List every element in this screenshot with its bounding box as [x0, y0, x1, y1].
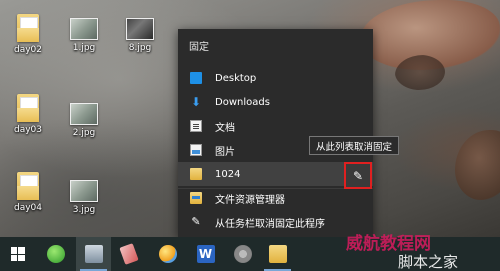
- jump-list-item-desktop[interactable]: Desktop: [178, 66, 373, 90]
- desktop-icon-label: day02: [13, 45, 42, 55]
- weather-app-icon: [158, 245, 177, 263]
- start-button[interactable]: [0, 237, 35, 271]
- desktop-icon-3jpg[interactable]: 3.jpg: [56, 176, 112, 215]
- leaf-decoration: [395, 55, 445, 90]
- green-app-icon: [46, 245, 65, 263]
- desktop-icon-label: 2.jpg: [72, 128, 96, 138]
- image-thumbnail-icon: [70, 180, 98, 202]
- jump-list-item-label: Downloads: [215, 96, 270, 108]
- image-thumbnail-icon: [126, 18, 154, 40]
- jump-list-item-file-explorer[interactable]: 文件资源管理器: [178, 186, 373, 210]
- taskbar-app-button[interactable]: [150, 237, 185, 271]
- watermark-logo: 威航教程网 脚本之家: [346, 233, 458, 271]
- leaf-decoration: [455, 130, 500, 200]
- folder-icon: [190, 168, 202, 180]
- desktop-icon-label: 8.jpg: [128, 43, 152, 53]
- jump-list-item-label: 文件资源管理器: [215, 194, 285, 206]
- settings-app-icon: [233, 245, 252, 263]
- jump-list-item-label: 文档: [215, 122, 235, 134]
- desktop-icon-day03[interactable]: day03: [0, 94, 56, 135]
- folder-icon: [17, 172, 39, 200]
- taskbar-app-button-active[interactable]: [76, 237, 111, 271]
- unpin-icon: ✎: [352, 168, 364, 183]
- jump-list-item-documents[interactable]: 文档: [178, 114, 373, 138]
- svg-text:威航教程网: 威航教程网: [346, 233, 431, 254]
- jump-list-item-label: Desktop: [215, 72, 257, 84]
- jump-list-item-label: 从任务栏取消固定此程序: [215, 218, 325, 230]
- taskbar-app-button[interactable]: [111, 237, 146, 271]
- windows-start-icon: [10, 247, 25, 261]
- taskbar-app-button[interactable]: [225, 237, 260, 271]
- desktop-icon-label: 1.jpg: [72, 43, 96, 53]
- jump-list-item-label: 1024: [215, 168, 241, 180]
- file-explorer-icon: [268, 245, 287, 263]
- image-thumbnail-icon: [70, 18, 98, 40]
- jump-list-item-label: 图片: [215, 146, 235, 158]
- desktop-icon-1jpg[interactable]: 1.jpg: [56, 14, 112, 53]
- svg-text:脚本之家: 脚本之家: [398, 253, 458, 271]
- taskbar-app-button[interactable]: [38, 237, 73, 271]
- unpin-from-list-button[interactable]: ✎: [344, 162, 372, 189]
- folder-icon: [17, 14, 39, 42]
- folder-icon: [17, 94, 39, 122]
- document-icon: [190, 120, 202, 132]
- active-app-icon: [84, 245, 103, 263]
- desktop-icon-label: 3.jpg: [72, 205, 96, 215]
- jump-list-pinned-header: 固定: [189, 42, 209, 53]
- pictures-icon: [190, 144, 202, 156]
- unpin-icon: ✎: [191, 215, 201, 228]
- desktop-icon-label: day04: [13, 203, 42, 213]
- jump-list-item-downloads[interactable]: ⬇ Downloads: [178, 90, 373, 114]
- file-explorer-icon: [190, 192, 202, 204]
- desktop-icon-8jpg[interactable]: 8.jpg: [112, 14, 168, 53]
- taskbar-file-explorer-button[interactable]: [260, 237, 295, 271]
- desktop-icon-2jpg[interactable]: 2.jpg: [56, 99, 112, 138]
- pencil-app-icon: [118, 243, 139, 265]
- taskbar-jump-list: 固定 Desktop ⬇ Downloads 文档 图片 1024 文件资源管理…: [178, 29, 373, 237]
- desktop-icon-label: day03: [13, 125, 42, 135]
- desktop-icon-day04[interactable]: day04: [0, 172, 56, 213]
- taskbar-app-button[interactable]: W: [188, 237, 223, 271]
- word-icon: W: [196, 245, 215, 263]
- desktop-folder-icon: [190, 72, 202, 84]
- tooltip: 从此列表取消固定: [309, 136, 400, 155]
- image-thumbnail-icon: [70, 103, 98, 125]
- desktop-icon-day02[interactable]: day02: [0, 14, 56, 55]
- download-arrow-icon: ⬇: [190, 95, 202, 109]
